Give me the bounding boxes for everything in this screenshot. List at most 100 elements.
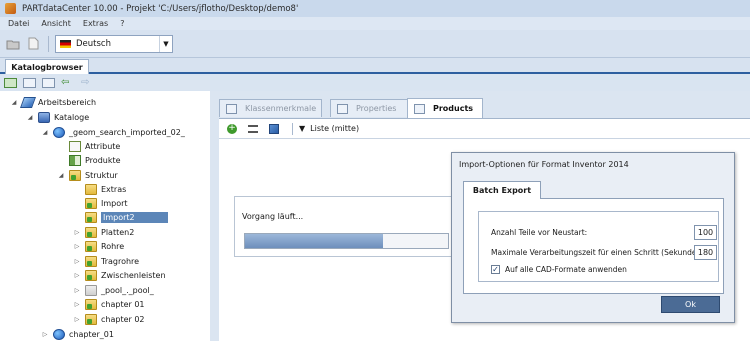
expand-icon[interactable]: ▷ [73, 243, 81, 250]
app-icon [5, 3, 16, 14]
tree-item-chapter-01[interactable]: ▷ chapter 01 [73, 297, 145, 311]
tree-item-label: Import [101, 198, 128, 208]
collapse-icon[interactable]: ◢ [10, 99, 18, 106]
main-tab-bar: Katalogbrowser [0, 58, 750, 74]
folder-icon [85, 226, 97, 238]
max-time-label: Maximale Verarbeitungszeit für einen Sch… [491, 248, 707, 257]
import-options-dialog: Import-Optionen für Format Inventor 2014… [451, 152, 735, 323]
tree-item-chapter-02[interactable]: ▷ chapter 02 [73, 312, 145, 326]
folder-icon [85, 298, 97, 310]
tree-item-pool[interactable]: ▷ _pool_._pool_ [73, 283, 154, 297]
tree-item-label: chapter_01 [69, 329, 114, 339]
folder-icon [85, 284, 97, 296]
add-icon[interactable]: + [227, 123, 237, 134]
collapse-icon[interactable]: ◢ [41, 129, 49, 136]
view-mode-dropdown[interactable]: ▼ Liste (mitte) [299, 124, 359, 133]
collapse-icon[interactable]: ◢ [57, 172, 65, 179]
language-select[interactable]: Deutsch ▼ [55, 34, 173, 53]
tab-batch-export[interactable]: Batch Export [463, 181, 541, 199]
tree-item-rohre[interactable]: ▷ Rohre [73, 239, 124, 253]
folder-icon [69, 169, 81, 181]
expand-icon[interactable]: ▷ [73, 301, 81, 308]
tab-icon [337, 103, 348, 114]
catalog-tree: ◢ Arbeitsbereich ◢ Kataloge ◢ _geom_sear… [0, 91, 210, 341]
menu-ansicht[interactable]: Ansicht [41, 19, 71, 28]
tree-toolbar: ⇦ ⇨ [0, 76, 210, 90]
products-icon [69, 154, 81, 166]
tree-item-label: Zwischenleisten [101, 270, 166, 280]
workspace-icon [19, 96, 37, 108]
tree-item-label: chapter 01 [101, 299, 145, 309]
tab-katalogbrowser[interactable]: Katalogbrowser [5, 59, 89, 74]
tab-klassenmerkmale[interactable]: Klassenmerkmale [219, 99, 322, 117]
open-icon[interactable] [6, 37, 20, 51]
tab-properties[interactable]: Properties [330, 99, 409, 117]
split-view-icon[interactable] [23, 78, 36, 88]
window-title: PARTdataCenter 10.00 - Projekt 'C:/Users… [22, 3, 299, 14]
tree-item-import2[interactable]: Import2 [73, 210, 205, 224]
tree-item-label: Tragrohre [101, 256, 140, 266]
expand-icon[interactable]: ▷ [73, 316, 81, 323]
forward-arrow-icon[interactable]: ⇨ [81, 78, 95, 88]
list-icon[interactable] [248, 124, 258, 133]
chevron-down-icon[interactable]: ▼ [159, 35, 172, 52]
options-group: Anzahl Teile vor Neustart: 100 Maximale … [478, 211, 719, 282]
tree-item-produkte[interactable]: Produkte [57, 153, 121, 167]
chevron-down-icon: ▼ [299, 124, 306, 133]
progress-fill [245, 234, 384, 248]
tree-item-label: Platten2 [101, 227, 135, 237]
tree-item-label: Import2 [101, 211, 168, 223]
new-icon[interactable] [26, 37, 40, 51]
tree-item-geom-search[interactable]: ◢ _geom_search_imported_02_ [41, 125, 185, 139]
tree-item-label: Attribute [85, 141, 121, 151]
apply-all-label: Auf alle CAD-Formate anwenden [505, 265, 627, 274]
collapse-icon[interactable]: ◢ [26, 114, 34, 121]
tree-item-platten2[interactable]: ▷ Platten2 [73, 225, 134, 239]
tree-item-arbeitsbereich[interactable]: ◢ Arbeitsbereich [10, 95, 96, 109]
folder-icon [85, 255, 97, 267]
tab-label: Properties [356, 104, 397, 113]
tree-item-kataloge[interactable]: ◢ Kataloge [26, 110, 89, 124]
restart-count-label: Anzahl Teile vor Neustart: [491, 228, 588, 237]
catalogs-icon [38, 111, 50, 123]
restart-count-input[interactable]: 100 [694, 225, 717, 240]
folder-icon [85, 211, 97, 223]
toolbar-separator [48, 35, 49, 52]
tree-item-extras[interactable]: Extras [73, 182, 126, 196]
layout-icon[interactable] [4, 78, 17, 88]
expand-icon[interactable]: ▷ [73, 272, 81, 279]
tree-item-tragrohre[interactable]: ▷ Tragrohre [73, 254, 139, 268]
tree-item-import[interactable]: Import [73, 196, 128, 210]
expand-icon[interactable]: ▷ [73, 287, 81, 294]
tree-item-label: chapter 02 [101, 314, 145, 324]
apply-all-checkbox[interactable]: ✓ [491, 265, 500, 274]
folder-icon [85, 197, 97, 209]
max-time-input[interactable]: 180 [694, 245, 717, 260]
apply-all-row[interactable]: ✓ Auf alle CAD-Formate anwenden [491, 265, 627, 274]
tree-item-struktur[interactable]: ◢ Struktur [57, 168, 118, 182]
progress-bar [244, 233, 449, 249]
expand-icon[interactable]: ▷ [41, 331, 49, 338]
tree-item-label: Struktur [85, 170, 118, 180]
expand-icon[interactable]: ▷ [73, 229, 81, 236]
tab-products[interactable]: Products [407, 98, 483, 118]
image-icon[interactable] [269, 123, 279, 134]
products-toolbar: + ▼ Liste (mitte) [219, 119, 750, 139]
tree-item-chapter-01-catalog[interactable]: ▷ chapter_01 [41, 327, 114, 341]
panel-view-icon[interactable] [42, 78, 55, 88]
expand-icon[interactable]: ▷ [73, 258, 81, 265]
back-arrow-icon[interactable]: ⇦ [61, 78, 75, 88]
dialog-title: Import-Optionen für Format Inventor 2014 [459, 159, 629, 169]
menu-extras[interactable]: Extras [83, 19, 108, 28]
tree-item-attribute[interactable]: Attribute [57, 139, 120, 153]
menu-help[interactable]: ? [120, 19, 124, 28]
dialog-panel: Anzahl Teile vor Neustart: 100 Maximale … [463, 198, 724, 294]
tab-label: Klassenmerkmale [245, 104, 317, 113]
catalog-ball-icon [53, 328, 65, 340]
tree-item-label: Kataloge [54, 112, 90, 122]
menu-datei[interactable]: Datei [8, 19, 29, 28]
catalog-ball-icon [53, 126, 65, 138]
tree-item-label: Produkte [85, 155, 121, 165]
tree-item-zwischenleisten[interactable]: ▷ Zwischenleisten [73, 268, 166, 282]
ok-button[interactable]: Ok [661, 296, 720, 313]
